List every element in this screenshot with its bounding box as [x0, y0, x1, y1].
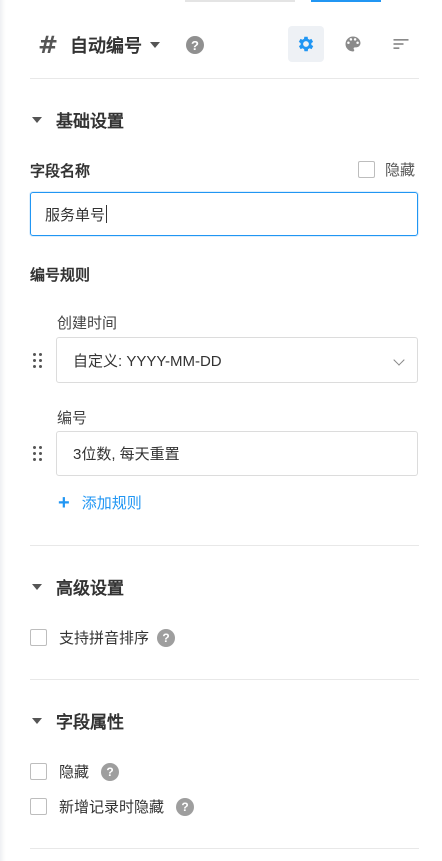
hide-checkbox[interactable] — [30, 763, 47, 780]
divider — [30, 679, 419, 680]
add-rule-label: 添加规则 — [81, 495, 142, 512]
style-tab-button[interactable] — [335, 26, 371, 62]
hide-on-new-checkbox[interactable] — [30, 798, 47, 815]
hide-option[interactable]: 隐藏 ? — [30, 761, 120, 782]
divider — [30, 545, 419, 546]
settings-tab-button[interactable] — [288, 26, 324, 62]
pinyin-sort-label: 支持拼音排序 — [59, 630, 150, 647]
divider — [30, 848, 419, 849]
top-tab-strip — [185, 0, 295, 2]
rule-input[interactable]: 3位数, 每天重置 — [56, 431, 418, 476]
caret-down-icon — [32, 717, 42, 724]
field-name-label: 字段名称 — [30, 163, 91, 180]
pinyin-sort-option[interactable]: 支持拼音排序 ? — [30, 627, 176, 648]
section-title: 字段属性 — [56, 713, 124, 732]
field-properties-header[interactable]: 字段属性 — [30, 708, 124, 733]
rule-value: 自定义: YYYY-MM-DD — [73, 352, 222, 370]
hide-on-new-label: 新增记录时隐藏 — [59, 799, 165, 816]
field-name-value: 服务单号 — [45, 206, 106, 224]
help-icon[interactable]: ? — [157, 628, 176, 647]
field-name-input[interactable]: 服务单号 — [30, 192, 418, 236]
add-rule-button[interactable]: + 添加规则 — [58, 492, 142, 513]
palette-icon — [345, 36, 361, 52]
section-title: 高级设置 — [56, 579, 124, 598]
panel-header: # 自动编号 ? — [30, 26, 419, 64]
text-cursor — [106, 205, 108, 223]
section-title: 基础设置 — [56, 112, 124, 131]
sort-tab-button[interactable] — [383, 26, 419, 62]
pinyin-sort-checkbox[interactable] — [30, 629, 47, 646]
top-tab-strip-active — [311, 0, 381, 2]
help-icon[interactable]: ? — [101, 762, 120, 781]
rule-label: 编号 — [57, 410, 88, 427]
divider — [30, 78, 419, 79]
field-type-title[interactable]: 自动编号 — [70, 32, 142, 58]
panel-edge-shadow — [0, 0, 6, 861]
caret-down-icon — [32, 116, 42, 123]
help-icon[interactable]: ? — [186, 36, 204, 54]
drag-handle-icon[interactable] — [33, 446, 43, 462]
hide-checkbox[interactable] — [358, 161, 375, 178]
chevron-down-icon — [393, 354, 405, 366]
rule-value: 3位数, 每天重置 — [73, 446, 180, 463]
help-icon[interactable]: ? — [176, 797, 195, 816]
caret-down-icon — [32, 583, 42, 590]
hide-on-new-option[interactable]: 新增记录时隐藏 ? — [30, 796, 195, 817]
advanced-settings-header[interactable]: 高级设置 — [30, 574, 124, 599]
hide-field-toggle[interactable]: 隐藏 — [358, 159, 415, 180]
hide-label: 隐藏 — [385, 162, 416, 179]
hide-label: 隐藏 — [59, 764, 90, 781]
sort-lines-icon — [393, 39, 409, 49]
plus-icon: + — [58, 491, 70, 514]
rule-select[interactable]: 自定义: YYYY-MM-DD — [56, 337, 418, 383]
number-field-icon: # — [38, 31, 59, 59]
numbering-rules-label: 编号规则 — [30, 267, 91, 284]
rule-label: 创建时间 — [57, 315, 118, 332]
chevron-down-icon[interactable] — [150, 42, 160, 48]
basic-settings-header[interactable]: 基础设置 — [30, 107, 124, 132]
gear-icon — [298, 36, 314, 52]
drag-handle-icon[interactable] — [33, 353, 43, 369]
